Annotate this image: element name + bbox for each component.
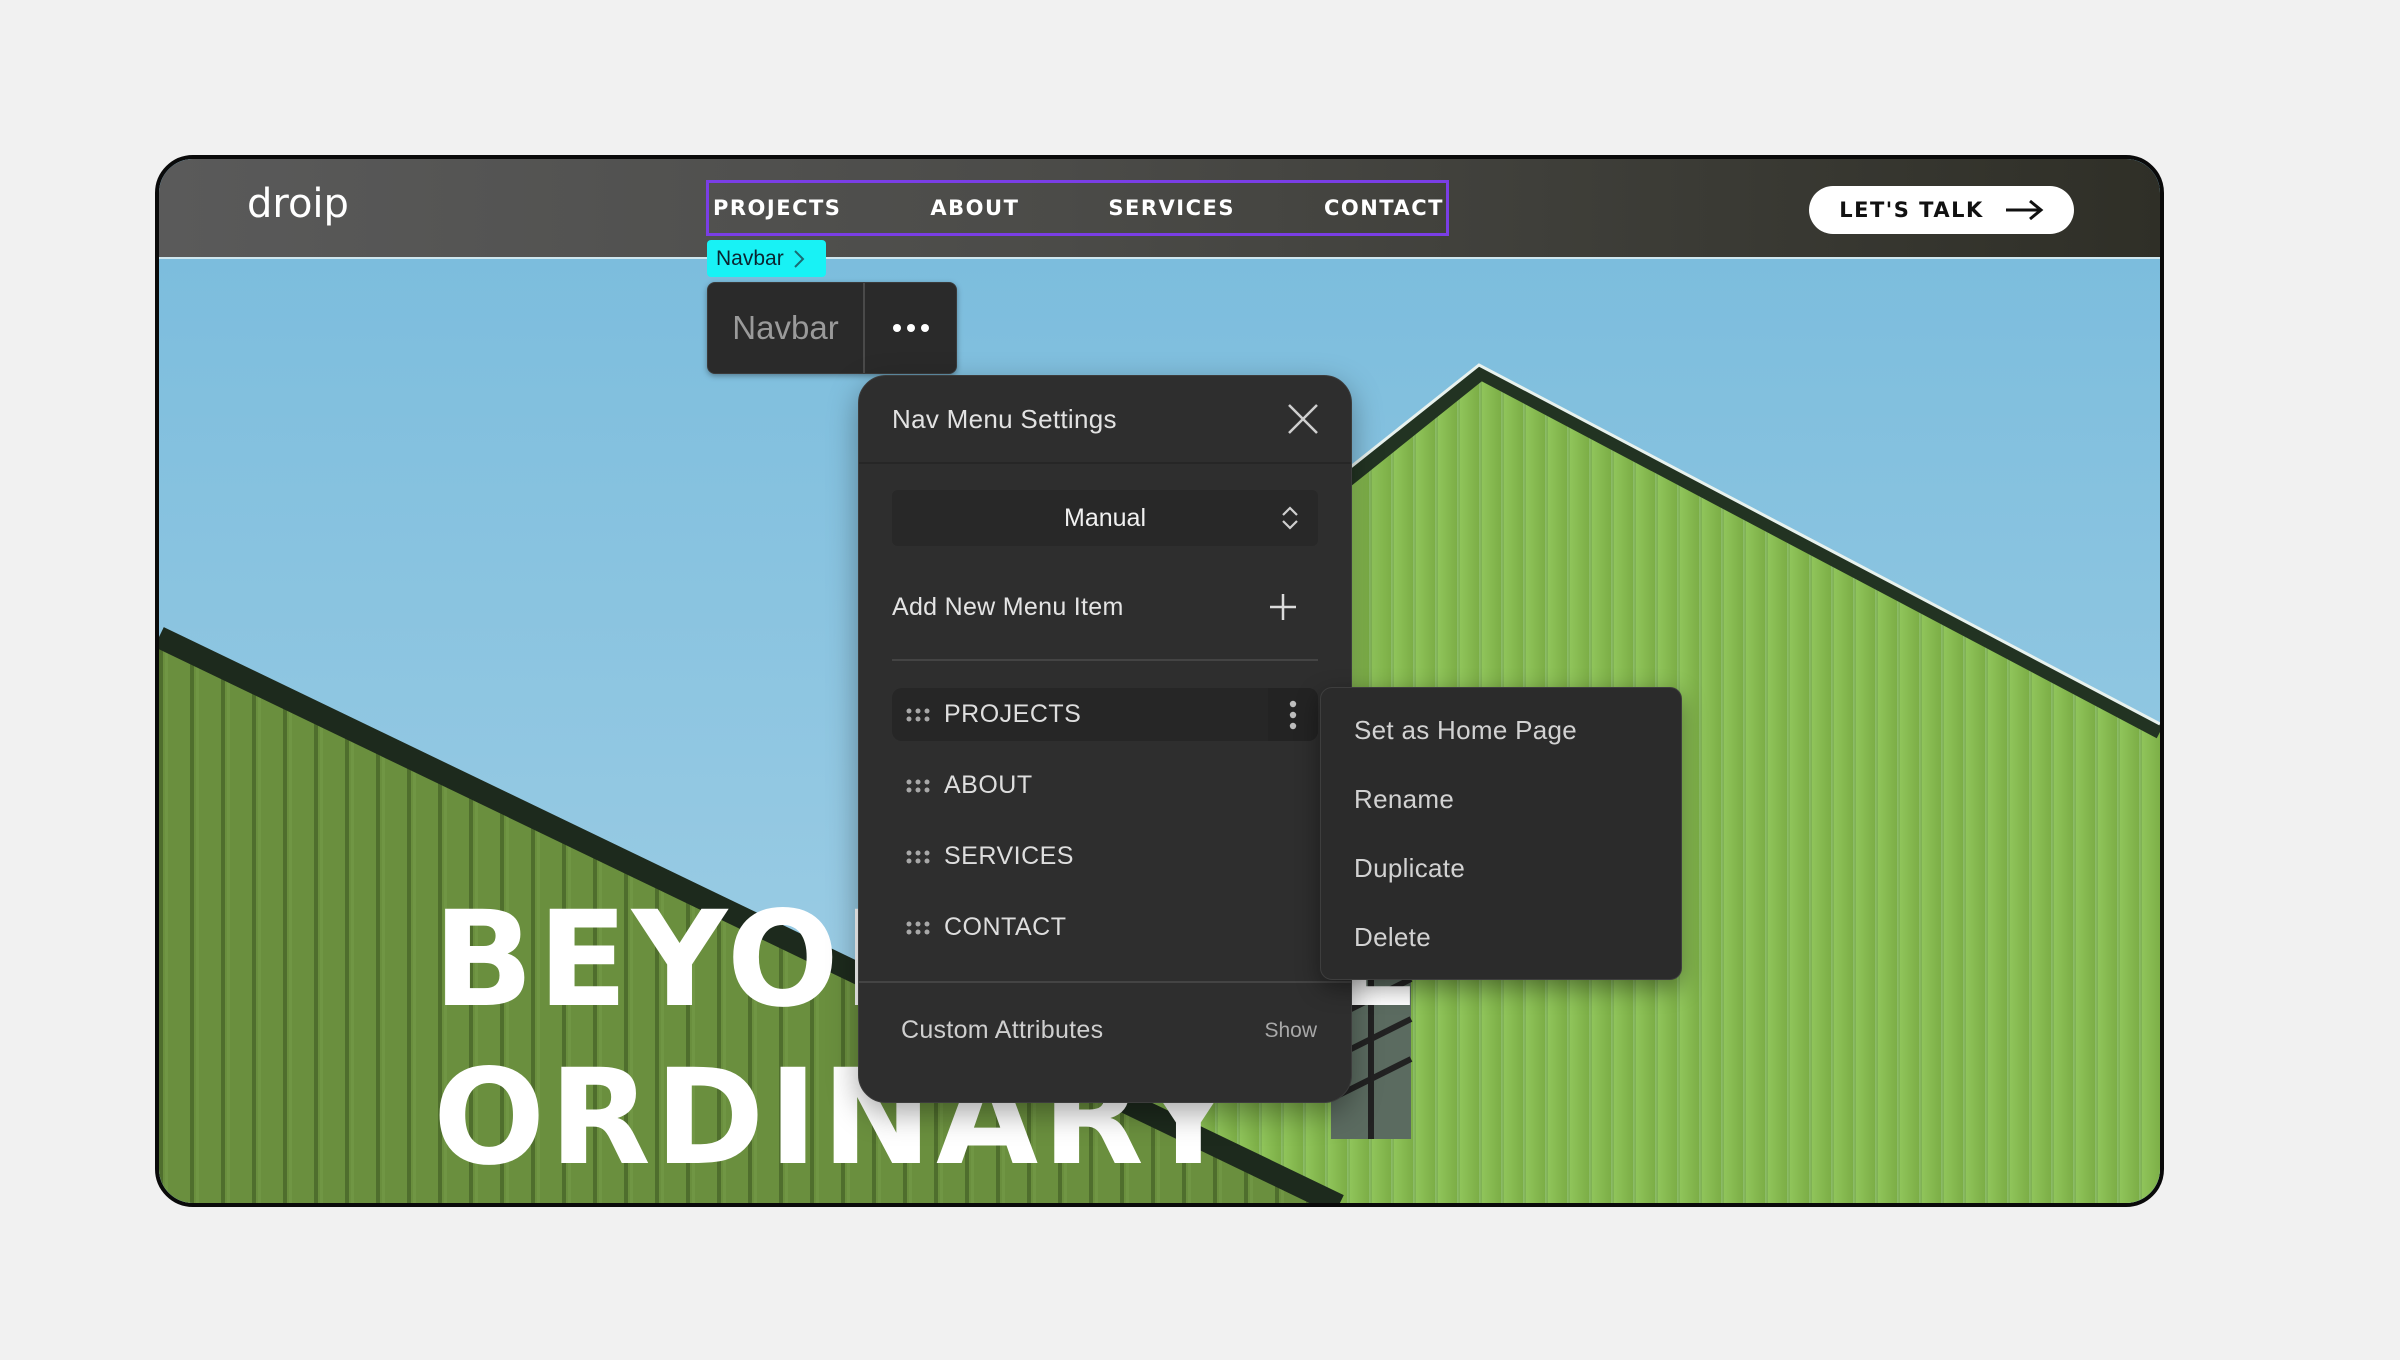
panel-title: Nav Menu Settings (892, 403, 1117, 434)
close-icon[interactable] (1285, 401, 1321, 437)
element-toolbar: Navbar (707, 282, 957, 374)
site-logo[interactable]: droip (247, 181, 349, 227)
site-navbar: droip PROJECTS ABOUT SERVICES CONTACT LE… (159, 159, 2160, 259)
add-menu-item-label: Add New Menu Item (892, 592, 1124, 621)
panel-header: Nav Menu Settings (859, 376, 1351, 464)
lets-talk-label: LET'S TALK (1839, 198, 1984, 222)
plus-icon (1270, 594, 1296, 620)
context-set-home-page[interactable]: Set as Home Page (1321, 709, 1681, 778)
menu-item-label: CONTACT (944, 913, 1067, 941)
context-rename[interactable]: Rename (1321, 778, 1681, 847)
nav-link-contact[interactable]: CONTACT (1324, 196, 1444, 220)
custom-attributes-label: Custom Attributes (901, 1016, 1104, 1044)
nav-menu-selected[interactable]: PROJECTS ABOUT SERVICES CONTACT (706, 180, 1449, 236)
nav-menu-settings-panel: Nav Menu Settings Manual Add New Menu It… (858, 375, 1352, 1103)
custom-attributes-row: Custom Attributes Show (901, 1016, 1317, 1045)
menu-item-contact[interactable]: CONTACT (892, 901, 1318, 954)
chevron-right-icon (793, 249, 805, 268)
chevron-up-down-icon (1282, 506, 1298, 530)
menu-items-list: PROJECTS ABOUT SERVICES CONTACT (892, 688, 1318, 972)
lets-talk-button[interactable]: LET'S TALK (1809, 186, 2074, 234)
menu-item-about[interactable]: ABOUT (892, 759, 1318, 812)
custom-attributes-show-toggle[interactable]: Show (1264, 1019, 1317, 1043)
element-more-button[interactable] (865, 283, 956, 373)
selected-element-tag[interactable]: Navbar (707, 240, 826, 277)
context-duplicate[interactable]: Duplicate (1321, 847, 1681, 916)
menu-item-options-button[interactable] (1268, 688, 1318, 741)
add-menu-item-button[interactable]: Add New Menu Item (892, 572, 1318, 642)
drag-handle-icon[interactable] (906, 920, 930, 936)
selected-element-tag-label: Navbar (716, 246, 784, 270)
drag-handle-icon[interactable] (906, 707, 930, 723)
nav-link-about[interactable]: ABOUT (930, 196, 1019, 220)
nav-link-services[interactable]: SERVICES (1108, 196, 1235, 220)
menu-item-label: PROJECTS (944, 700, 1082, 728)
more-vertical-icon (1289, 700, 1297, 729)
more-horizontal-icon (892, 324, 929, 332)
context-delete[interactable]: Delete (1321, 916, 1681, 985)
divider (892, 659, 1318, 661)
element-name[interactable]: Navbar (708, 283, 865, 373)
drag-handle-icon[interactable] (906, 849, 930, 865)
menu-source-value: Manual (1064, 503, 1146, 532)
menu-source-select[interactable]: Manual (892, 490, 1318, 546)
nav-link-projects[interactable]: PROJECTS (713, 196, 841, 220)
menu-item-context-menu: Set as Home Page Rename Duplicate Delete (1320, 687, 1682, 980)
divider (859, 981, 1351, 983)
menu-item-label: ABOUT (944, 771, 1033, 799)
drag-handle-icon[interactable] (906, 778, 930, 794)
menu-item-services[interactable]: SERVICES (892, 830, 1318, 883)
menu-item-projects[interactable]: PROJECTS (892, 688, 1318, 741)
menu-item-label: SERVICES (944, 842, 1074, 870)
arrow-right-icon (2005, 199, 2044, 221)
